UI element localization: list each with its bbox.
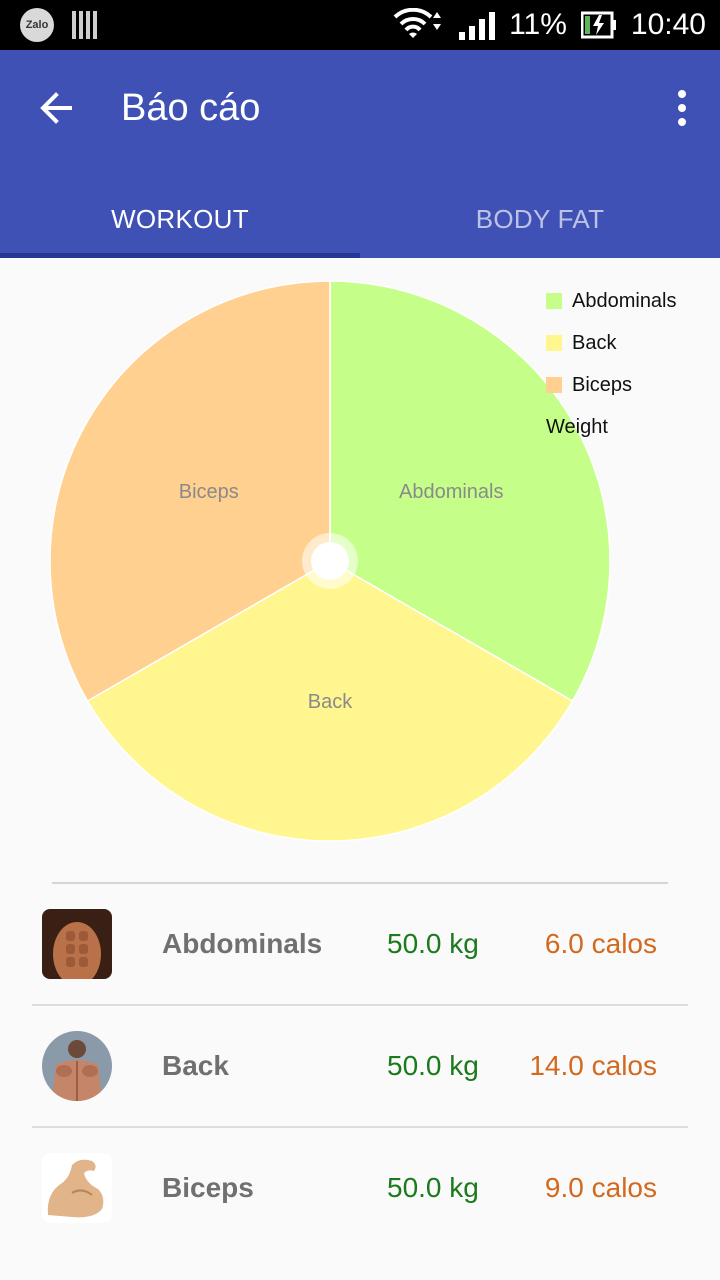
signal-icon <box>459 12 496 40</box>
list-item-back[interactable]: Back 50.0 kg 14.0 calos <box>32 1006 688 1128</box>
tab-body-fat[interactable]: BODY FAT <box>360 180 720 258</box>
app-bar: Báo cáo WORKOUT BODY FAT <box>0 50 720 258</box>
battery-charging-icon <box>580 11 616 39</box>
pie-center-hole <box>311 542 349 580</box>
slice-label-back: Back <box>308 691 353 713</box>
legend-item-biceps: Biceps <box>546 364 677 406</box>
wifi-icon <box>393 8 442 38</box>
zalo-icon: Zalo <box>20 8 54 42</box>
pie-chart-area: Abdominals Back Biceps Abdominals Back Bic… <box>0 258 720 878</box>
slice-label-abdominals: Abdominals <box>399 481 504 503</box>
overflow-menu-button[interactable] <box>672 88 692 128</box>
system-icons: 11% 10:40 <box>393 6 706 44</box>
workout-list: Abdominals 50.0 kg 6.0 calos Back 50.0 k… <box>32 884 688 1250</box>
more-vert-icon <box>678 90 686 98</box>
legend-item-back: Back <box>546 322 677 364</box>
back-button[interactable] <box>36 86 80 130</box>
chart-legend: Abdominals Back Biceps Weight <box>546 280 677 448</box>
item-weight: 50.0 kg <box>387 928 479 959</box>
list-item-biceps[interactable]: Biceps 50.0 kg 9.0 calos <box>32 1128 688 1250</box>
battery-percent: 11% <box>509 8 567 41</box>
item-name: Back <box>162 1050 229 1081</box>
legend-label: Abdominals <box>572 289 677 312</box>
item-calos: 9.0 calos <box>544 1172 657 1203</box>
clock: 10:40 <box>630 8 706 41</box>
legend-swatch <box>546 377 562 393</box>
item-weight: 50.0 kg <box>387 1172 479 1203</box>
legend-swatch <box>546 335 562 351</box>
item-calos: 14.0 calos <box>529 1050 657 1081</box>
sim-icon <box>72 11 97 39</box>
legend-item-abdominals: Abdominals <box>546 280 677 322</box>
legend-title: Weight <box>546 416 608 438</box>
arrow-back-icon <box>40 92 72 124</box>
list-item-abdominals[interactable]: Abdominals 50.0 kg 6.0 calos <box>32 884 688 1006</box>
tab-workout[interactable]: WORKOUT <box>0 180 360 258</box>
notification-icons: Zalo <box>20 8 97 42</box>
biceps-arm-icon <box>42 1153 112 1223</box>
item-weight: 50.0 kg <box>387 1050 479 1081</box>
item-name: Biceps <box>162 1172 254 1203</box>
abdominals-photo-icon <box>42 909 112 979</box>
legend-label: Back <box>572 331 617 354</box>
status-bar: Zalo 11% 10:40 <box>0 0 720 50</box>
legend-swatch <box>546 293 562 309</box>
slice-label-biceps: Biceps <box>179 481 239 503</box>
back-photo-icon <box>42 1031 112 1101</box>
item-calos: 6.0 calos <box>544 928 657 959</box>
page-title: Báo cáo <box>121 87 261 129</box>
item-name: Abdominals <box>162 928 323 959</box>
legend-label: Biceps <box>572 373 633 396</box>
